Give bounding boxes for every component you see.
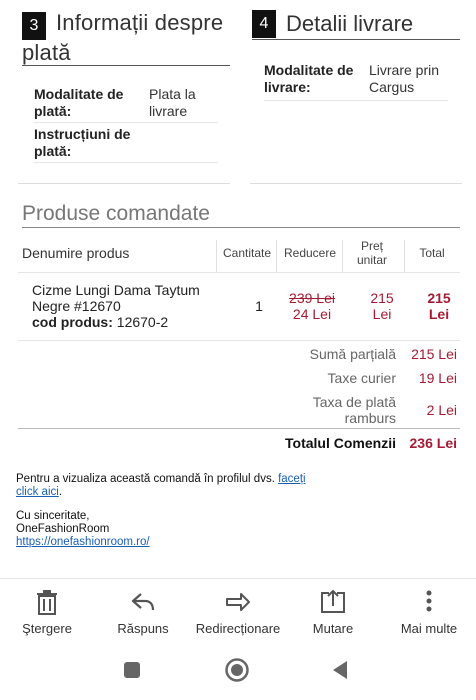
back-triangle-icon[interactable] — [330, 659, 350, 681]
view-order-text: Pentru a vizualiza această comandă în pr… — [16, 473, 275, 485]
payment-instructions-row: Instrucțiuni de plată: — [34, 126, 218, 164]
header-discount: Reducere — [283, 246, 337, 260]
delete-label: Ştergere — [22, 621, 72, 636]
payment-method-label: Modalitate de plată: — [34, 86, 124, 119]
product-unit-price: 215 Lei — [370, 290, 394, 322]
system-navigation-bar — [0, 648, 476, 700]
header-product-name: Denumire produs — [22, 245, 130, 261]
product-code-label: cod produs: — [32, 314, 113, 330]
forward-arrow-icon — [226, 593, 250, 611]
order-total-value: 236 Lei — [409, 435, 457, 451]
products-title-rule — [22, 227, 460, 228]
header-total: Total — [419, 246, 445, 260]
subtotal-value: 215 Lei — [411, 346, 457, 362]
section-number: 3 — [22, 12, 46, 40]
delivery-method-value: Livrare prin Cargus — [369, 62, 440, 95]
view-order-note: Pentru a vizualiza această comandă în pr… — [16, 473, 306, 498]
recents-square-icon[interactable] — [122, 660, 142, 680]
move-label: Mutare — [312, 621, 354, 636]
payment-section-header: 3 Informații despre plată — [22, 10, 230, 66]
move-folder-icon — [321, 589, 345, 613]
company-website-link[interactable]: https://onefashionroom.ro/ — [16, 536, 150, 549]
header-quantity: Cantitate — [222, 246, 272, 260]
section-title: Informații despre plată — [22, 10, 224, 65]
summary-rule — [18, 428, 460, 429]
product-total: 215 Lei — [427, 290, 451, 322]
product-item: Cizme Lungi Dama Taytum Negre #12670 cod… — [32, 282, 222, 330]
order-total-label: Totalul Comenzii — [285, 435, 396, 451]
courier-fee-label: Taxe curier — [327, 370, 396, 386]
email-action-bar: Ştergere Răspuns Redirecționare Mutare M… — [0, 578, 476, 648]
products-title: Produse comandate — [22, 202, 210, 225]
forward-label: Redirecționare — [195, 621, 281, 636]
more-label: Mai multe — [400, 621, 458, 636]
product-quantity: 1 — [255, 298, 263, 314]
cod-fee-label: Taxa de plată ramburs — [312, 394, 396, 426]
signoff-text: Cu sinceritate, — [16, 510, 90, 522]
product-row-rule — [18, 340, 460, 341]
product-old-price: 239 Lei — [289, 290, 335, 306]
product-code: 12670-2 — [116, 314, 169, 330]
delivery-section-header: 4 Detalii livrare — [252, 10, 460, 40]
home-circle-icon[interactable] — [224, 657, 250, 683]
header-unit-price: Preț unitar — [356, 239, 388, 267]
delivery-method-label: Modalitate de livrare: — [264, 62, 354, 95]
payment-method-value: Plata la livrare — [149, 86, 196, 119]
reply-label: Răspuns — [117, 621, 169, 636]
reply-button[interactable]: Răspuns — [107, 579, 179, 649]
section-number: 4 — [252, 10, 276, 38]
section-divider — [250, 183, 462, 184]
product-discount: 24 Lei — [292, 306, 332, 322]
subtotal-label: Sumă parțială — [309, 346, 396, 362]
section-title: Detalii livrare — [286, 11, 414, 36]
cod-fee-value: 2 Lei — [426, 402, 457, 418]
forward-button[interactable]: Redirecționare — [190, 579, 286, 649]
delete-button[interactable]: Ştergere — [12, 579, 82, 649]
section-divider — [18, 183, 230, 184]
payment-method-row: Modalitate de plată: Plata la livrare — [34, 86, 218, 126]
product-name: Cizme Lungi Dama Taytum Negre #12670 — [32, 282, 200, 314]
more-vertical-icon — [426, 590, 432, 612]
trash-icon — [37, 590, 57, 615]
reply-icon — [131, 593, 155, 611]
payment-instructions-label: Instrucțiuni de plată: — [34, 126, 131, 159]
move-button[interactable]: Mutare — [298, 579, 368, 649]
delivery-method-row: Modalitate de livrare: Livrare prin Carg… — [264, 62, 448, 102]
courier-fee-value: 19 Lei — [418, 370, 457, 386]
more-button[interactable]: Mai multe — [392, 579, 466, 649]
header-row-rule — [18, 272, 460, 273]
company-name: OneFashionRoom — [16, 523, 110, 535]
